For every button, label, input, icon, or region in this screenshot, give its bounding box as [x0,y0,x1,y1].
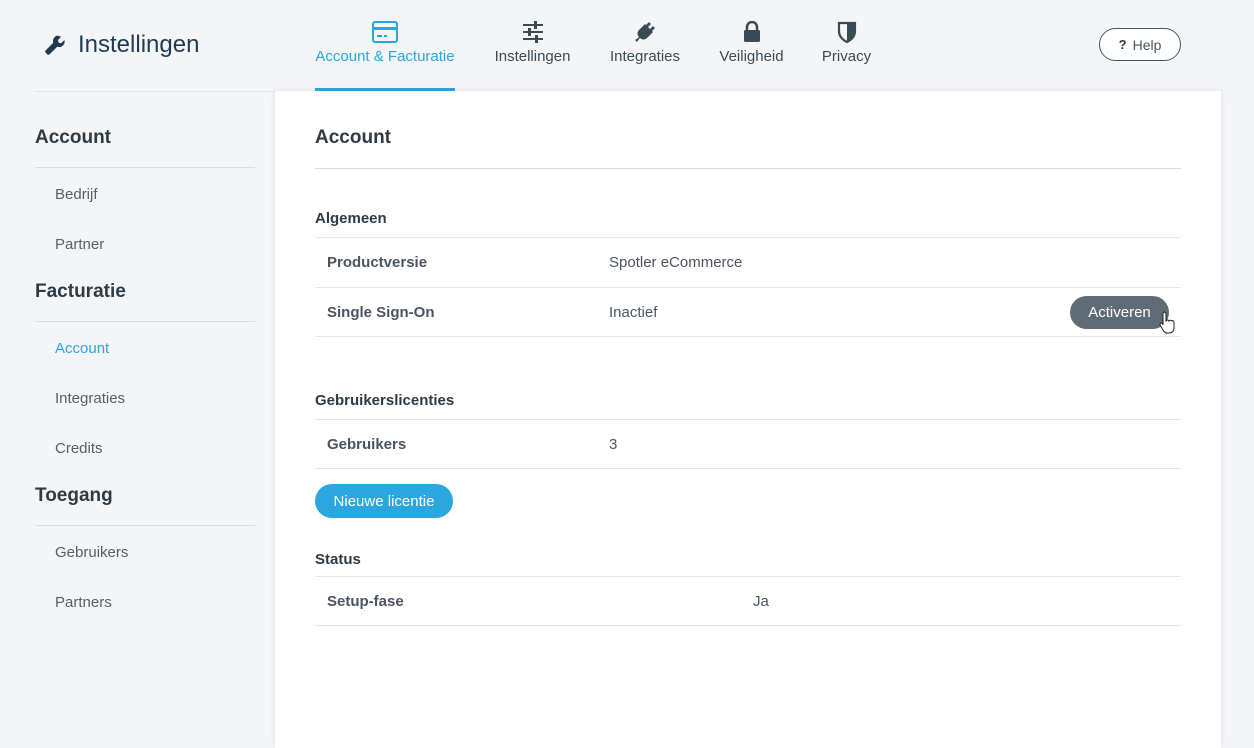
row-label: Single Sign-On [327,303,435,321]
hand-cursor-icon [1159,310,1177,334]
tab-label: Privacy [821,48,872,65]
sidebar-section-account: Account [35,91,255,168]
row-label: Setup-fase [327,592,404,610]
tab-instellingen[interactable]: Instellingen [495,0,570,91]
new-license-button[interactable]: Nieuwe licentie [315,484,453,518]
tab-label: Integraties [609,48,681,65]
tab-veiligheid[interactable]: Veiligheid [719,0,784,91]
row-label: Gebruikers [327,435,407,453]
sidebar-item-partner[interactable]: Partner [35,220,255,270]
activate-sso-button[interactable]: Activeren [1070,296,1169,329]
sidebar-item-credits[interactable]: Credits [35,424,255,474]
sidebar-item-account[interactable]: Account [35,324,255,374]
sliders-icon [520,20,546,44]
sidebar-item-partners[interactable]: Partners [35,578,255,628]
table-row: Single Sign-On Inactief Activeren [315,287,1181,337]
sidebar: Account Bedrijf Partner Facturatie Accou… [35,91,255,628]
content-panel: Account Algemeen Productversie Spotler e… [275,91,1221,748]
plug-icon [632,20,658,44]
page-title: Instellingen [78,31,200,58]
row-value: 3 [609,435,618,453]
row-value: Inactief [609,303,658,321]
sidebar-section-facturatie: Facturatie [35,270,255,322]
tab-label: Instellingen [494,48,571,65]
tab-privacy[interactable]: Privacy [821,0,872,91]
credit-card-icon [372,20,398,44]
tab-account-facturatie[interactable]: Account & Facturatie [315,0,455,91]
row-value: Ja [753,592,769,610]
sidebar-section-toegang: Toegang [35,474,255,526]
row-value: Spotler eCommerce [609,254,743,271]
help-label: Help [1132,36,1162,53]
top-header: Instellingen Account & Facturatie Instel… [0,0,1254,91]
section-title: Account [315,91,1181,169]
lock-icon [739,20,765,44]
help-button[interactable]: ? Help [1099,28,1181,61]
sidebar-item-bedrijf[interactable]: Bedrijf [35,170,255,220]
tab-label: Veiligheid [719,48,784,65]
group-title-status: Status [315,551,361,568]
tab-label: Account & Facturatie [315,48,455,65]
wrench-icon [44,34,66,56]
top-tabs: Account & Facturatie Instellingen Integr… [315,0,910,91]
tab-integraties[interactable]: Integraties [610,0,680,91]
row-label: Productversie [327,254,428,271]
sidebar-item-integraties[interactable]: Integraties [35,374,255,424]
question-icon: ? [1118,37,1127,52]
table-row: Productversie Spotler eCommerce [315,237,1181,287]
table-row: Setup-fase Ja [315,576,1181,626]
app-title: Instellingen [44,30,199,60]
shield-icon [834,20,860,44]
group-title-licenties: Gebruikerslicenties [315,392,455,409]
sidebar-item-gebruikers[interactable]: Gebruikers [35,528,255,578]
group-title-algemeen: Algemeen [315,210,387,227]
table-row: Gebruikers 3 [315,419,1181,469]
